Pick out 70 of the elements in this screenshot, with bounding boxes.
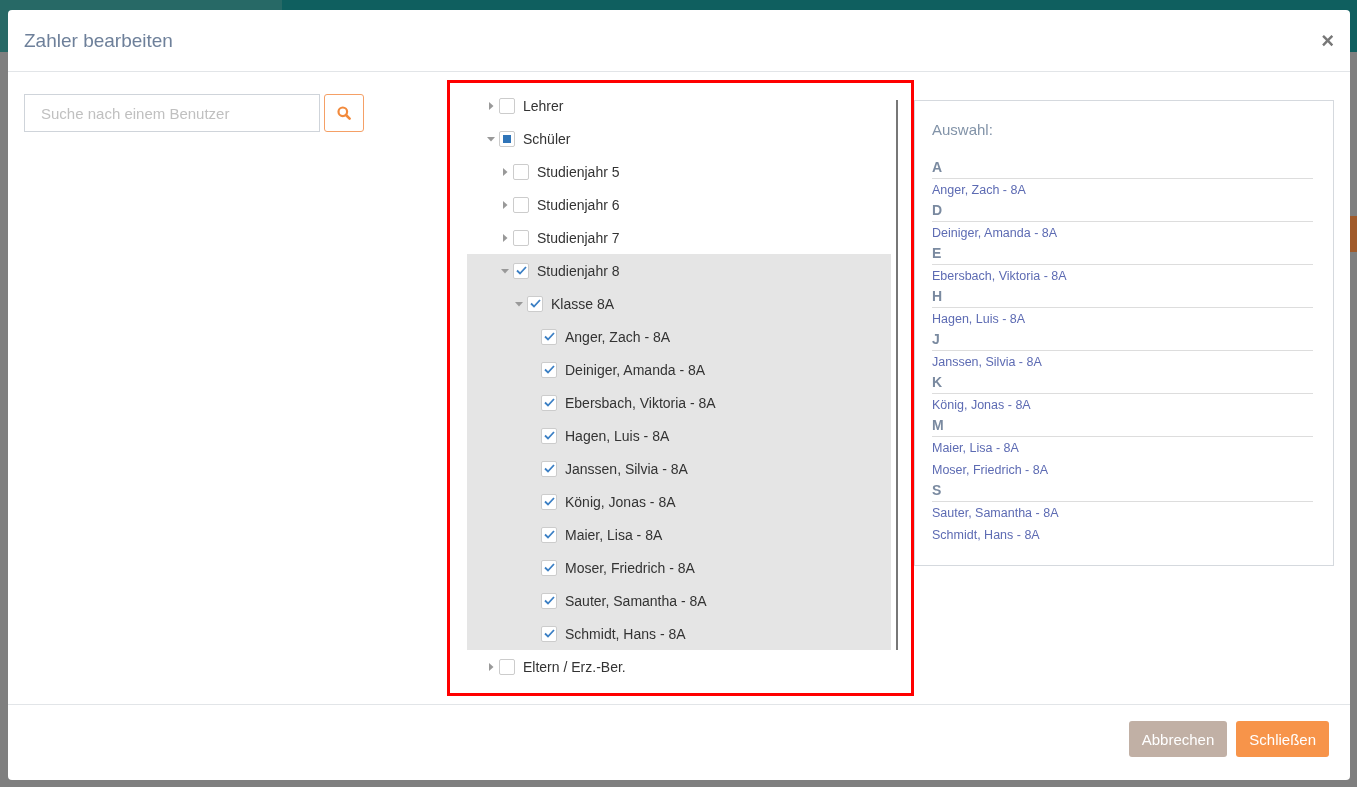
tree-node-label[interactable]: Ebersbach, Viktoria - 8A [565,394,716,411]
checkbox[interactable] [499,130,515,147]
tree-node-label[interactable]: Hagen, Luis - 8A [565,427,670,444]
tree-node-label[interactable]: König, Jonas - 8A [565,493,676,510]
tree-node-label[interactable]: Studienjahr 7 [537,229,620,246]
caret-right-icon[interactable] [487,101,495,110]
close-button[interactable]: × [1321,29,1334,52]
tree-node-label[interactable]: Sauter, Samantha - 8A [565,592,707,609]
tree-node-label[interactable]: Studienjahr 6 [537,196,620,213]
caret-down-icon[interactable] [515,299,523,308]
checkbox[interactable] [541,328,557,345]
caret-down-icon[interactable] [487,134,495,143]
checkbox[interactable] [541,559,557,576]
tree-node-label[interactable]: Schüler [523,130,571,147]
checkbox[interactable] [541,625,557,642]
selection-heading: Auswahl: [932,121,994,138]
caret-right-icon[interactable] [487,662,495,671]
checkbox[interactable] [527,295,543,312]
letter-heading: J [932,331,1313,351]
search-icon [337,106,351,120]
search-button[interactable] [324,94,364,132]
letter-heading: M [932,417,1313,437]
caret-right-icon[interactable] [501,167,509,176]
checkbox[interactable] [541,526,557,543]
checkbox[interactable] [499,97,515,114]
selected-user-link[interactable]: Janssen, Silvia - 8A [932,351,1313,373]
tree-node-label[interactable]: Deiniger, Amanda - 8A [565,361,706,378]
tree-node-label[interactable]: Studienjahr 8 [537,262,620,279]
caret-right-icon[interactable] [501,200,509,209]
checkbox[interactable] [513,229,529,246]
tree-node-label[interactable]: Klasse 8A [551,295,615,312]
tree-node-label[interactable]: Schmidt, Hans - 8A [565,625,686,642]
selected-user-link[interactable]: Hagen, Luis - 8A [932,308,1313,330]
dialog-title: Zahler bearbeiten [24,29,173,52]
letter-heading: A [932,159,1313,179]
checkbox[interactable] [541,493,557,510]
selected-user-link[interactable]: Maier, Lisa - 8A [932,437,1313,459]
page-button-background [1350,216,1357,252]
checkbox[interactable] [513,196,529,213]
selected-user-link[interactable]: Ebersbach, Viktoria - 8A [932,265,1313,287]
checkbox[interactable] [541,427,557,444]
search-field[interactable]: Suche nach einem Benutzer [24,94,320,132]
selected-user-link[interactable]: Deiniger, Amanda - 8A [932,222,1313,244]
checkbox[interactable] [499,658,515,675]
letter-heading: K [932,374,1313,394]
letter-heading: D [932,202,1313,222]
letter-heading: S [932,482,1313,502]
tree-node-label[interactable]: Moser, Friedrich - 8A [565,559,695,576]
letter-heading: H [932,288,1313,308]
tree-node-label[interactable]: Studienjahr 5 [537,163,620,180]
checkbox[interactable] [541,592,557,609]
tree-node-label[interactable]: Janssen, Silvia - 8A [565,460,688,477]
caret-down-icon[interactable] [501,266,509,275]
tree-node-label[interactable]: Lehrer [523,97,564,114]
checkbox[interactable] [541,361,557,378]
tree-node-label[interactable]: Eltern / Erz.-Ber. [523,658,626,675]
selected-user-link[interactable]: Moser, Friedrich - 8A [932,459,1313,481]
selected-user-link[interactable]: Sauter, Samantha - 8A [932,502,1313,524]
selected-user-link[interactable]: König, Jonas - 8A [932,394,1313,416]
letter-heading: E [932,245,1313,265]
checkbox[interactable] [513,262,529,279]
checkbox[interactable] [541,460,557,477]
tree-node-label[interactable]: Maier, Lisa - 8A [565,526,663,543]
scrollbar[interactable] [896,100,898,650]
tree-node-label[interactable]: Anger, Zach - 8A [565,328,671,345]
checkbox[interactable] [513,163,529,180]
caret-right-icon[interactable] [501,233,509,242]
selected-user-link[interactable]: Anger, Zach - 8A [932,179,1313,201]
selected-user-link[interactable]: Schmidt, Hans - 8A [932,524,1313,546]
checkbox[interactable] [541,394,557,411]
